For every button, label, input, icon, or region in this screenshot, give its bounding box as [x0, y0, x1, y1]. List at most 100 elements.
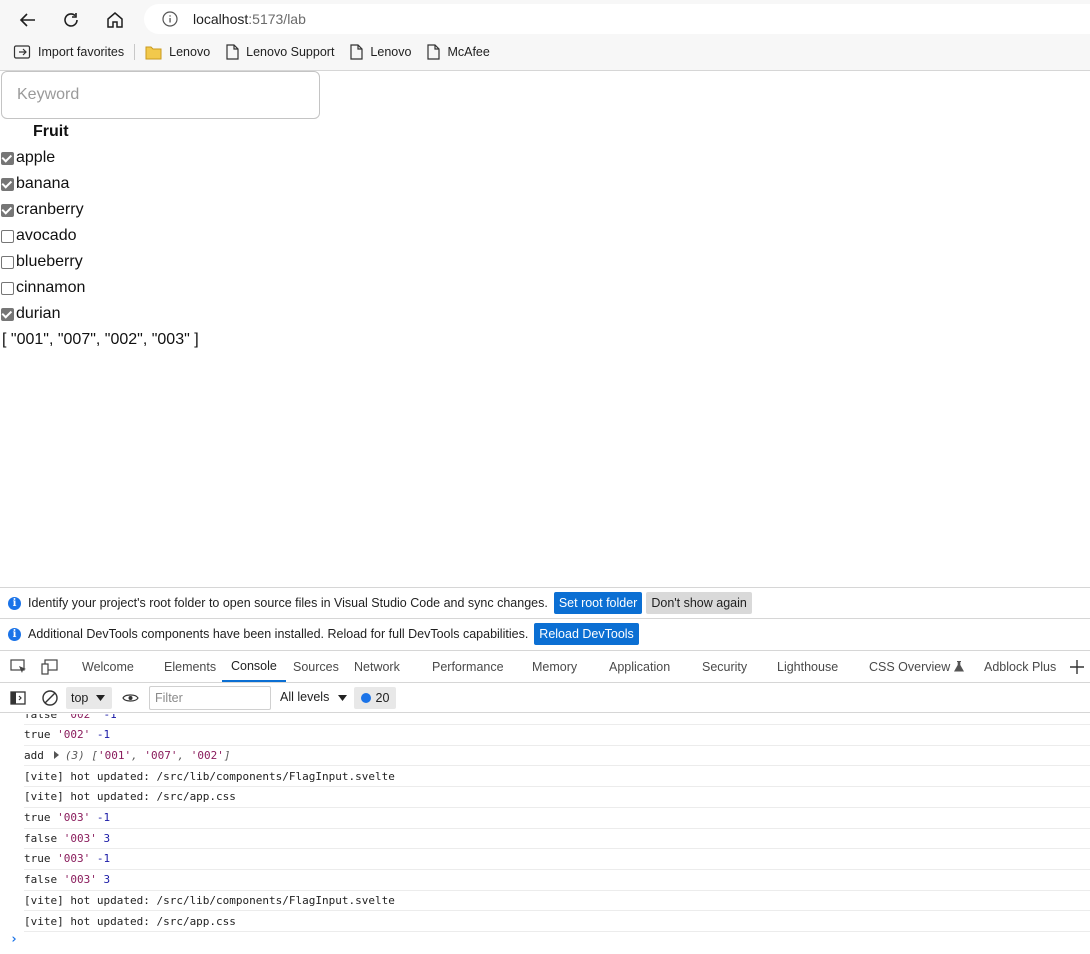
fruit-checkbox[interactable]	[1, 203, 14, 217]
arrow-left-icon	[19, 13, 35, 27]
favorite-mcafee[interactable]: McAfee	[421, 40, 495, 64]
console-log-line: true '002' -1	[24, 725, 1090, 746]
favorite-lenovo-support[interactable]: Lenovo Support	[220, 40, 340, 64]
console-log-line: add (3) ['001', '007', '002']	[24, 745, 1090, 767]
fruit-label: apple	[16, 149, 56, 166]
site-info-icon[interactable]	[162, 11, 178, 27]
log-segment: add	[24, 748, 44, 762]
message-count-badge[interactable]: 20	[354, 687, 396, 709]
fruit-option-apple[interactable]: apple	[0, 145, 85, 171]
tab-application[interactable]: Application	[609, 651, 670, 682]
log-segment: ,	[131, 748, 145, 762]
log-levels-select[interactable]: All levels	[280, 690, 347, 704]
fruit-checkbox[interactable]	[1, 151, 14, 165]
log-segment: '003'	[63, 873, 97, 887]
devtools-tab-strip: Welcome Elements Console Sources Network…	[0, 650, 1090, 683]
favorite-import[interactable]: Import favorites	[7, 40, 130, 64]
fruit-checkbox[interactable]	[1, 177, 14, 191]
refresh-button[interactable]	[57, 6, 85, 34]
expand-triangle-icon[interactable]	[53, 751, 59, 760]
log-segment: true	[24, 811, 58, 824]
caret-down-icon	[96, 695, 106, 701]
log-segment: '007'	[144, 748, 178, 762]
reload-devtools-button[interactable]: Reload DevTools	[534, 623, 639, 645]
console-log-line: [vite] hot updated: /src/lib/components/…	[24, 766, 1090, 788]
fruit-option-durian[interactable]: durian	[0, 301, 85, 327]
log-segment: [vite] hot updated: /src/lib/components/…	[24, 769, 395, 783]
root-folder-infobar: i Identify your project's root folder to…	[0, 587, 1090, 618]
tab-welcome[interactable]: Welcome	[82, 651, 134, 682]
favorites-divider	[134, 44, 136, 60]
fruit-option-cinnamon[interactable]: cinnamon	[0, 275, 85, 301]
log-segment: -1	[90, 852, 111, 866]
fruit-option-banana[interactable]: banana	[0, 171, 85, 197]
eye-icon[interactable]	[122, 692, 139, 704]
log-segment: ,	[177, 748, 191, 762]
log-segment: true	[24, 728, 58, 742]
fruit-checkbox[interactable]	[1, 281, 14, 295]
log-segment: 3	[96, 831, 111, 845]
fruit-option-avocado[interactable]: avocado	[0, 223, 85, 249]
log-segment: [vite] hot updated: /src/lib/components/…	[24, 893, 395, 907]
fruit-option-cranberry[interactable]: cranberry	[0, 197, 85, 223]
page-icon	[226, 44, 239, 60]
url-text: localhost:5173/lab	[193, 11, 306, 27]
fruit-checkbox[interactable]	[1, 255, 14, 269]
log-segment: '002'	[57, 728, 91, 742]
tab-elements[interactable]: Elements	[164, 651, 216, 682]
home-button[interactable]	[101, 6, 129, 34]
browser-chrome: localhost:5173/lab Import favorites Leno…	[0, 0, 1090, 71]
log-segment: -1	[90, 811, 111, 824]
log-segment: -1	[90, 728, 111, 742]
console-output: › false '002' -1 true '002' -1 add (3) ['00…	[0, 714, 1090, 954]
fruit-label: cranberry	[16, 201, 84, 218]
tab-performance[interactable]: Performance	[432, 651, 504, 682]
log-segment: '001'	[98, 748, 132, 762]
favorite-lenovo-folder[interactable]: Lenovo	[139, 40, 216, 64]
inspect-element-icon[interactable]	[10, 659, 28, 675]
refresh-icon	[64, 13, 78, 27]
fruit-checkbox[interactable]	[1, 229, 14, 243]
tab-css-overview[interactable]: CSS Overview	[869, 651, 965, 682]
keyword-input[interactable]	[1, 71, 320, 119]
plus-icon[interactable]	[1069, 659, 1085, 675]
console-log-line: false '002' -1	[24, 714, 1090, 725]
log-segment: 3	[96, 873, 111, 887]
tab-security[interactable]: Security	[702, 651, 747, 682]
tab-console[interactable]: Console	[222, 651, 286, 682]
console-filter-input[interactable]	[149, 686, 271, 710]
fruit-checkbox[interactable]	[1, 307, 14, 321]
log-segment: false	[24, 714, 64, 721]
device-toolbar-icon[interactable]	[41, 659, 59, 675]
back-button[interactable]	[14, 6, 42, 34]
fruit-label: avocado	[16, 227, 77, 244]
tab-memory[interactable]: Memory	[532, 651, 577, 682]
console-prompt-chevron-icon[interactable]: ›	[10, 932, 18, 947]
console-log-line: false '003' 3	[24, 828, 1090, 850]
context-select[interactable]: top	[66, 687, 112, 709]
fruit-option-blueberry[interactable]: blueberry	[0, 249, 85, 275]
console-log-line: true '003' -1	[24, 808, 1090, 829]
import-icon	[13, 45, 31, 59]
log-segment: [vite] hot updated: /src/app.css	[24, 790, 236, 804]
page-icon	[427, 44, 441, 60]
fruit-label: cinnamon	[16, 279, 86, 296]
address-bar[interactable]: localhost:5173/lab	[144, 4, 1090, 34]
clear-console-icon[interactable]	[41, 689, 59, 707]
tab-adblock-plus[interactable]: Adblock Plus	[984, 651, 1056, 682]
reload-devtools-infobar: i Additional DevTools components have be…	[0, 618, 1090, 649]
fruit-label: blueberry	[16, 253, 83, 270]
sidebar-toggle-icon[interactable]	[10, 691, 26, 705]
tab-network[interactable]: Network	[354, 651, 400, 682]
fruit-title: Fruit	[33, 123, 69, 140]
tab-lighthouse[interactable]: Lighthouse	[777, 651, 838, 682]
message-icon	[360, 693, 371, 703]
dont-show-again-button[interactable]: Don't show again	[646, 592, 752, 614]
log-segment: [vite] hot updated: /src/app.css	[24, 914, 236, 928]
favorites-bar: Import favorites Lenovo Lenovo Support L…	[0, 40, 1090, 64]
tab-sources[interactable]: Sources	[293, 651, 339, 682]
favorite-lenovo[interactable]: Lenovo	[344, 40, 417, 64]
log-segment: '003'	[63, 831, 97, 845]
set-root-folder-button[interactable]: Set root folder	[553, 592, 643, 614]
console-toolbar: top All levels 20	[0, 683, 1090, 713]
